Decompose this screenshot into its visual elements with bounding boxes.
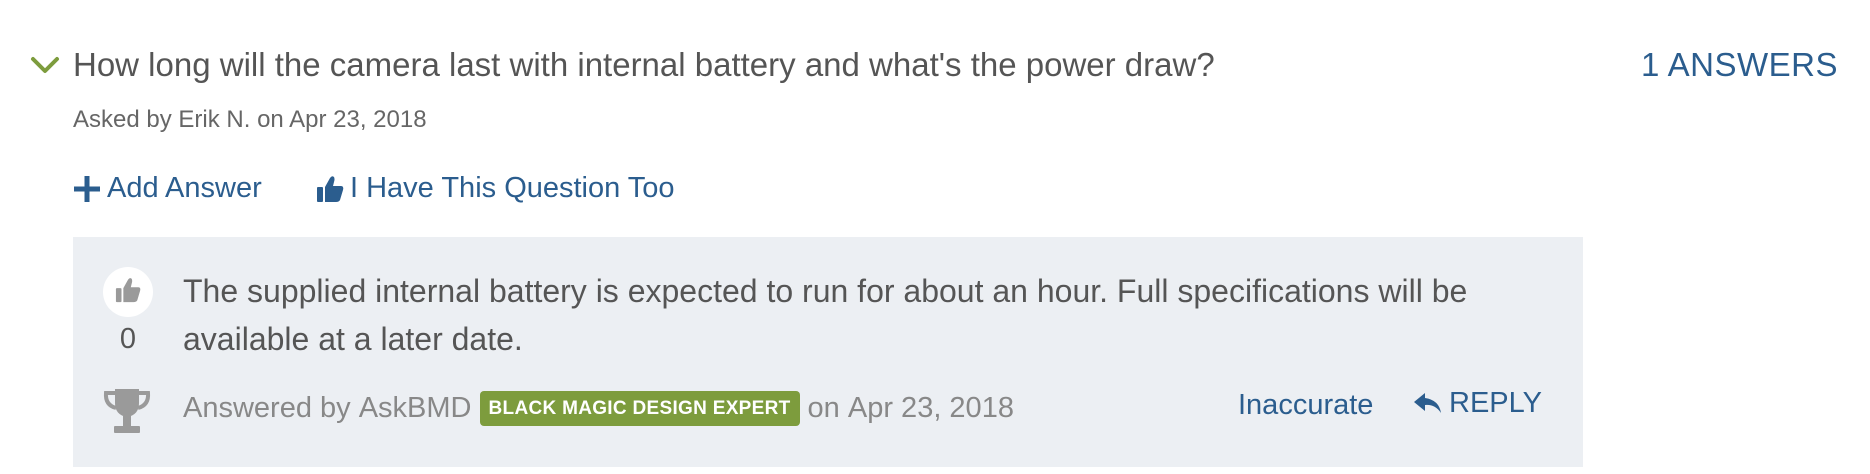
chevron-down-icon[interactable] [30,55,60,77]
have-question-too-button[interactable]: I Have This Question Too [316,172,675,205]
expert-badge: BLACK MAGIC DESIGN EXPERT [479,391,800,426]
asked-on-prefix: on [257,106,284,133]
add-answer-label: Add Answer [107,172,262,204]
answered-prefix: Answered by [183,392,351,424]
answer-text: The supplied internal battery is expecte… [183,273,1468,357]
asker-name: Erik N. [178,106,251,133]
trophy-icon [101,385,153,437]
reply-button[interactable]: REPLY [1413,387,1542,420]
answered-date: Apr 23, 2018 [847,392,1014,424]
thumbs-up-icon [316,174,344,204]
vote-count: 0 [119,323,137,355]
answerer-name: AskBMD [358,392,472,424]
inaccurate-link[interactable]: Inaccurate [1238,389,1373,422]
answered-on-prefix: on [807,392,840,424]
add-answer-button[interactable]: Add Answer [73,172,262,205]
answer-panel: 0 The supplied internal battery is expec… [73,237,1583,467]
thumbs-up-icon [115,276,141,309]
asked-date: Apr 23, 2018 [289,106,427,133]
plus-icon [73,175,101,203]
question-card: How long will the camera last with inter… [0,0,1870,474]
answers-count-link[interactable]: 1 ANSWERS [1641,46,1838,84]
have-question-label: I Have This Question Too [350,172,675,204]
reply-label: REPLY [1449,387,1542,419]
answered-by-line: Answered by AskBMD BLACK MAGIC DESIGN EX… [183,391,1014,426]
asked-prefix: Asked by [73,106,172,133]
asked-by-line: Asked by Erik N. on Apr 23, 2018 [73,106,427,134]
question-title: How long will the camera last with inter… [73,46,1215,83]
upvote-button[interactable] [103,267,153,317]
reply-arrow-icon [1413,391,1443,417]
